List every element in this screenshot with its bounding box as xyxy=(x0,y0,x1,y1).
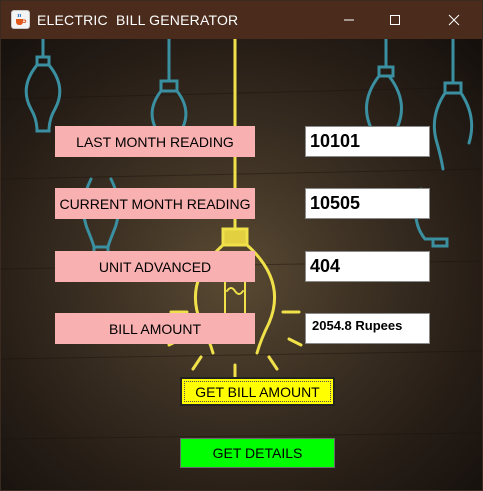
last-month-reading-field[interactable]: 10101 xyxy=(305,126,430,157)
maximize-icon xyxy=(390,15,400,25)
title-bar[interactable]: ELECTRIC BILL GENERATOR xyxy=(1,1,482,39)
minimize-icon xyxy=(344,19,354,21)
last-month-reading-label: LAST MONTH READING xyxy=(55,126,255,157)
java-coffee-cup-icon xyxy=(11,10,30,29)
unit-advanced-label: UNIT ADVANCED xyxy=(55,251,255,282)
bill-amount-field[interactable]: 2054.8 Rupees xyxy=(305,313,430,344)
maximize-button[interactable] xyxy=(372,1,418,39)
window-title: ELECTRIC BILL GENERATOR xyxy=(37,12,239,28)
unit-advanced-field[interactable]: 404 xyxy=(305,251,430,282)
current-month-reading-label: CURRENT MONTH READING xyxy=(55,188,255,219)
app-window: ELECTRIC BILL GENERATOR LAST MONTH READI… xyxy=(0,0,483,491)
minimize-button[interactable] xyxy=(326,1,372,39)
content-panel: LAST MONTH READING 10101 CURRENT MONTH R… xyxy=(1,39,482,490)
bill-amount-label: BILL AMOUNT xyxy=(55,313,255,344)
get-bill-amount-button[interactable]: GET BILL AMOUNT xyxy=(180,377,335,406)
close-icon xyxy=(448,14,460,26)
close-button[interactable] xyxy=(431,1,477,39)
get-details-button[interactable]: GET DETAILS xyxy=(180,438,335,468)
current-month-reading-field[interactable]: 10505 xyxy=(305,188,430,219)
